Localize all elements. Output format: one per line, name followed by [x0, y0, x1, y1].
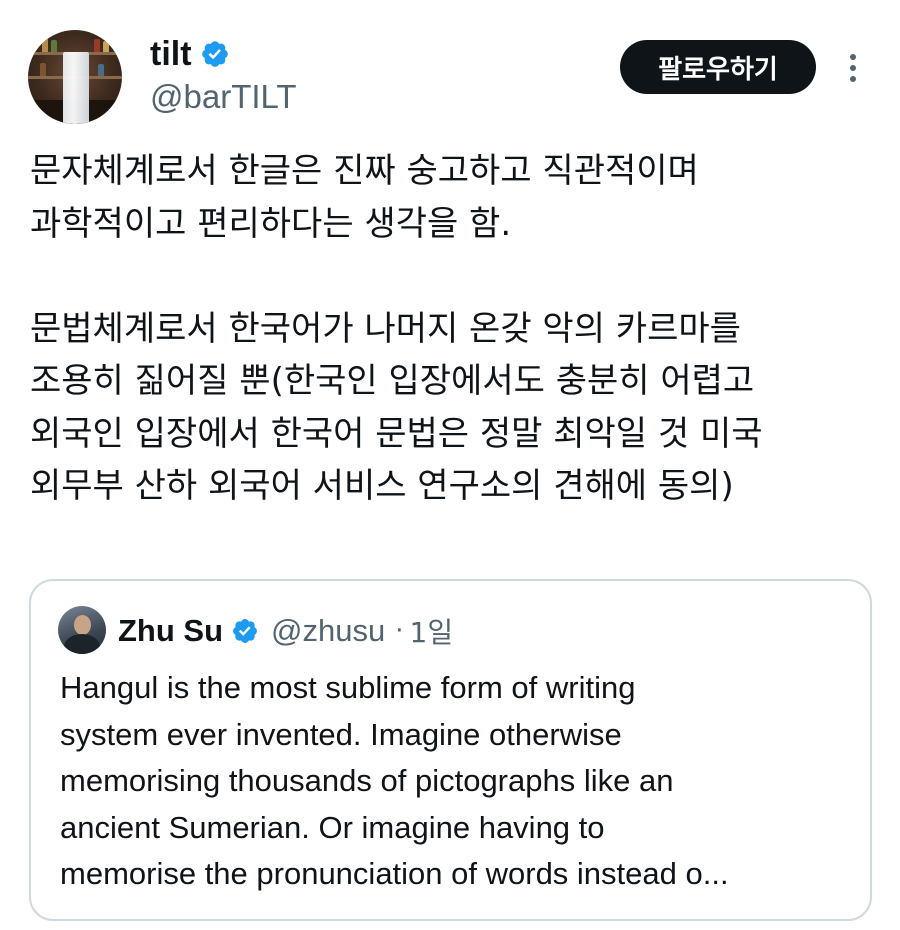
- follow-button[interactable]: 팔로우하기: [620, 40, 816, 94]
- author-name-row: tilt: [150, 34, 230, 74]
- quoted-tweet-text: Hangul is the most sublime form of writi…: [60, 670, 729, 891]
- quoted-author-display-name[interactable]: Zhu Su: [118, 613, 223, 649]
- avatar-bottle: [94, 39, 100, 52]
- avatar-bottle: [103, 41, 109, 52]
- verified-badge-icon: [233, 619, 258, 643]
- quoted-tweet-card[interactable]: Zhu Su @zhusu · 1일 Hangul is the most su…: [29, 579, 872, 921]
- verified-badge-icon: [201, 41, 228, 67]
- avatar-bottle: [40, 63, 46, 76]
- avatar-shoulders: [64, 634, 100, 654]
- avatar-bottle: [51, 40, 57, 52]
- quoted-tweet-timestamp[interactable]: 1일: [410, 611, 454, 651]
- more-dot: [850, 76, 856, 82]
- author-avatar[interactable]: [28, 30, 122, 124]
- avatar-glass: [63, 52, 89, 124]
- quoted-author-avatar[interactable]: [58, 606, 106, 654]
- more-vertical-icon[interactable]: [838, 48, 868, 88]
- author-handle[interactable]: @barTILT: [150, 78, 297, 116]
- tweet-body-text: 문자체계로서 한글은 진짜 숭고하고 직관적이며 과학적이고 편리하다는 생각을…: [30, 151, 763, 506]
- more-dot: [850, 54, 856, 60]
- avatar-head: [74, 615, 91, 635]
- quoted-author-handle[interactable]: @zhusu: [271, 613, 385, 649]
- avatar-bottle: [98, 64, 104, 76]
- author-display-name[interactable]: tilt: [150, 34, 192, 74]
- more-dot: [850, 65, 856, 71]
- tweet-header: tilt @barTILT 팔로우하기: [0, 0, 900, 130]
- avatar-bottle: [42, 38, 48, 52]
- separator-dot: ·: [395, 616, 404, 646]
- quoted-author-row: Zhu Su @zhusu · 1일: [118, 611, 453, 651]
